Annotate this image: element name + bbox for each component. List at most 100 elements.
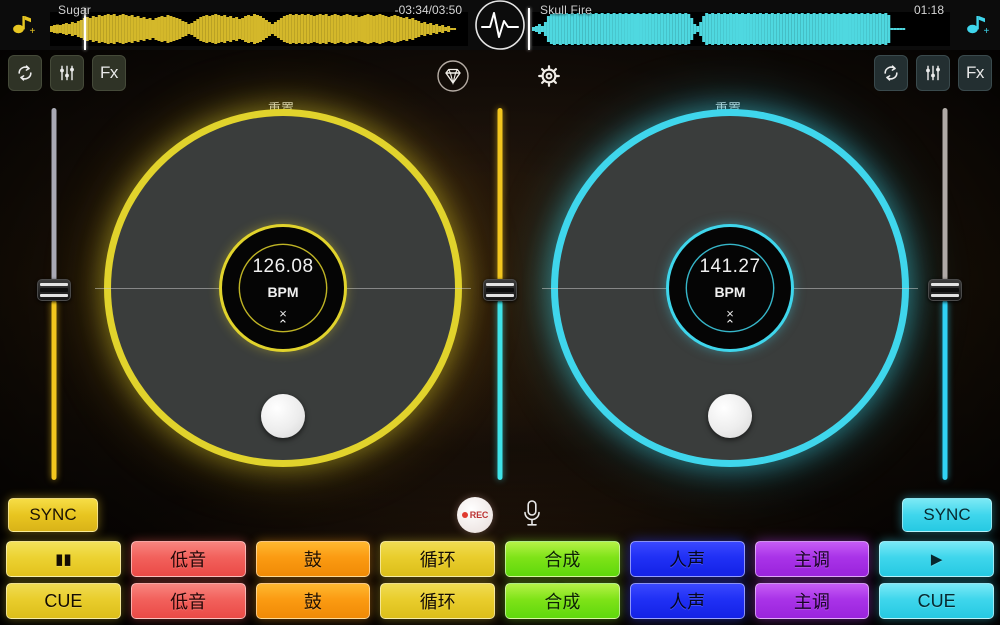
premium-gem-button[interactable] [436, 59, 470, 98]
loop-button-a[interactable] [8, 55, 42, 91]
loop-button-b[interactable] [874, 55, 908, 91]
microphone-icon [524, 499, 540, 526]
pad-label: 人声 [669, 550, 706, 570]
record-controls: REC [0, 497, 1000, 533]
pause-button-a[interactable]: ▮▮ [6, 541, 121, 577]
cue-marker-a[interactable] [261, 394, 305, 438]
circular-arrows-icon [18, 65, 32, 81]
bpm-text-a: 126.08 BPM × [252, 257, 313, 320]
jog-wheel-b[interactable]: 141.27 BPM × ⌃ [542, 116, 918, 460]
fader-a-track-bottom [51, 300, 57, 480]
fader-b-handle[interactable] [928, 279, 962, 301]
pad-loop-a-2[interactable]: 循环 [380, 583, 495, 619]
pad-row-2: CUE 低音 鼓 循环 合成 人声 主调 CUE [6, 583, 994, 619]
cue-button-a[interactable]: CUE [6, 583, 121, 619]
waveform-deck-b[interactable]: Skull Fire 01:18 [528, 0, 954, 50]
pad-grid: ▮▮ 低音鼓循环 合成 人声 主调 ▶ CUE 低音鼓循环 合成 人声 主调 CUE [0, 535, 1000, 625]
pad-melody-b-2[interactable]: 主调 [754, 583, 870, 619]
pad-label: 循环 [419, 550, 456, 570]
fader-a-track-top [51, 108, 57, 286]
bpm-unit-b: BPM [714, 283, 746, 300]
fx-button-b[interactable]: Fx [958, 55, 992, 91]
pad-drums-a-2[interactable]: 鼓 [255, 583, 371, 619]
handle-line [931, 294, 959, 297]
settings-button[interactable] [534, 61, 564, 96]
pad-bass-a[interactable]: 低音 [130, 541, 246, 577]
reset-label-b[interactable]: 重置 [715, 98, 741, 117]
pad-loop-a[interactable]: 循环 [380, 541, 495, 577]
pad-label: 主调 [793, 592, 830, 612]
track-time-b: 01:18 [913, 3, 944, 17]
pad-synth-b-2[interactable]: 合成 [505, 583, 620, 619]
handle-line [931, 288, 959, 292]
deck-a: 重置 126.08 BPM × ⌃ [95, 98, 471, 488]
waveform-deck-a[interactable]: Sugar -03:34/03:50 [46, 0, 472, 50]
pad-synth-b[interactable]: 合成 [505, 541, 620, 577]
fx-button-a[interactable]: Fx [92, 55, 126, 91]
toolbar-deck-b: Fx [874, 55, 992, 95]
crossfader-track-top [497, 108, 503, 286]
pad-label: 主调 [793, 550, 830, 570]
pad-label: CUE [44, 590, 83, 611]
eq-button-a[interactable] [50, 55, 84, 91]
svg-text:+: + [30, 26, 36, 37]
bpm-text-b: 141.27 BPM × [699, 257, 760, 320]
fader-a-handle[interactable] [37, 279, 71, 301]
pad-row-1: ▮▮ 低音 鼓 循环 合成 人声 主调 ▶ [6, 541, 994, 577]
top-waveform-bar: + Sugar -03:34/03:50 Skull Fire 01:18 + [0, 0, 1000, 50]
volume-fader-b[interactable] [925, 108, 965, 480]
pad-label: 合成 [544, 550, 581, 570]
volume-fader-a[interactable] [34, 108, 74, 480]
reset-label-a[interactable]: 重置 [268, 98, 294, 117]
bpm-display-a[interactable]: 126.08 BPM × ⌃ [222, 227, 344, 349]
track-title-a: Sugar [58, 3, 92, 17]
load-track-a-button[interactable]: + [0, 0, 46, 50]
pad-label: CUE [917, 590, 956, 611]
crossfader-track-bottom [497, 300, 503, 480]
track-time-a: -03:34/03:50 [394, 3, 462, 17]
pad-melody-b[interactable]: 主调 [754, 541, 870, 577]
pad-label: 低音 [170, 592, 207, 612]
eq-button-b[interactable] [916, 55, 950, 91]
music-note-add-icon: + [967, 16, 990, 37]
deck-b: 重置 141.27 BPM × ⌃ [542, 98, 918, 488]
crossfader[interactable] [480, 108, 520, 480]
bpm-display-b[interactable]: 141.27 BPM × ⌃ [669, 227, 791, 349]
play-button-b[interactable]: ▶ [879, 541, 994, 577]
bpm-unit-a: BPM [267, 283, 299, 300]
bpm-value-b: 141.27 [699, 255, 761, 277]
pad-drums-a[interactable]: 鼓 [255, 541, 371, 577]
handle-line [931, 283, 959, 286]
sliders-icon [926, 65, 940, 81]
pad-label: 人声 [669, 592, 706, 612]
waveform-a-canvas [50, 12, 468, 46]
pad-vocal-b[interactable]: 人声 [629, 541, 745, 577]
toolbar-deck-a: Fx [8, 55, 126, 95]
pad-label: ▮▮ [55, 550, 72, 568]
circular-arrows-icon [884, 65, 898, 81]
gear-icon [538, 64, 560, 87]
sliders-icon [60, 65, 74, 81]
bpm-chevron-b[interactable]: ⌃ [725, 318, 736, 331]
jog-wheel-a[interactable]: 126.08 BPM × ⌃ [95, 116, 471, 460]
fader-b-track-bottom [942, 300, 948, 480]
load-track-b-button[interactable]: + [954, 0, 1000, 50]
pad-label: 鼓 [303, 550, 322, 570]
pad-label: 循环 [419, 592, 456, 612]
svg-text:+: + [984, 26, 990, 37]
pad-bass-a-2[interactable]: 低音 [130, 583, 246, 619]
cue-button-b[interactable]: CUE [879, 583, 994, 619]
record-dot-icon [461, 512, 468, 518]
record-button[interactable]: REC [457, 497, 493, 533]
pad-label: ▶ [930, 550, 943, 568]
microphone-button[interactable] [521, 498, 543, 533]
music-note-add-icon: + [13, 16, 36, 37]
diamond-icon [445, 68, 461, 85]
cue-marker-b[interactable] [708, 394, 752, 438]
crossfader-handle[interactable] [483, 279, 517, 301]
playhead-b[interactable] [528, 8, 530, 50]
handle-line [40, 288, 68, 292]
handle-line [40, 294, 68, 297]
pad-vocal-b-2[interactable]: 人声 [629, 583, 745, 619]
bpm-chevron-a[interactable]: ⌃ [278, 318, 289, 331]
